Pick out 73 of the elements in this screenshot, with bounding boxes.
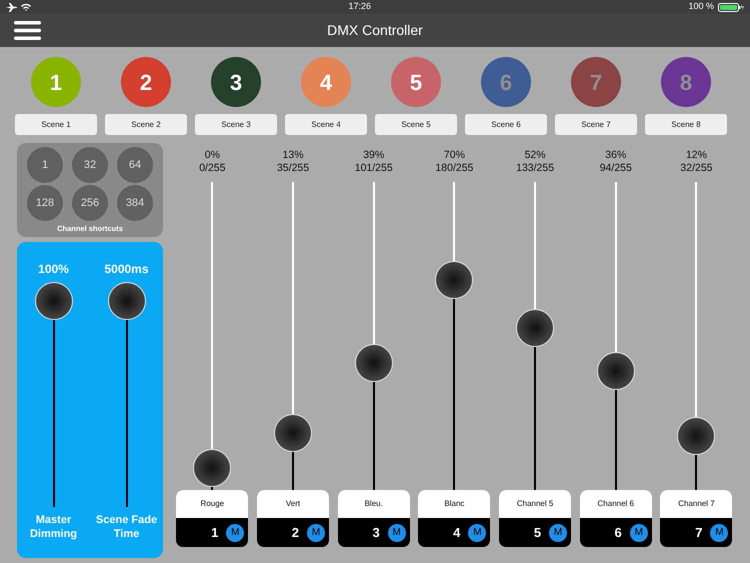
mute-button[interactable]: M <box>307 524 326 542</box>
channel-name: Bleu. <box>338 490 410 518</box>
scene-button[interactable]: Scene 6 <box>465 114 547 135</box>
slider-thumb[interactable] <box>34 282 72 320</box>
slider-thumb[interactable] <box>516 309 554 348</box>
slider-thumb[interactable] <box>108 282 146 320</box>
channel-value: 101/255 <box>354 162 393 175</box>
channel-percent: 52% <box>524 149 546 162</box>
wifi-icon <box>21 3 31 11</box>
airplane-icon <box>6 2 17 12</box>
scene-number-button[interactable]: 2 <box>121 57 171 107</box>
mute-button[interactable]: M <box>226 524 244 542</box>
channel-value: 94/255 <box>600 162 632 175</box>
slider-value: 5000ms <box>104 261 149 278</box>
scene-button[interactable]: Scene 7 <box>555 114 637 135</box>
slider-label: Master Dimming <box>28 513 78 542</box>
slider-thumb[interactable] <box>596 352 635 390</box>
slider-thumb[interactable] <box>677 416 716 455</box>
menu-icon <box>14 20 41 40</box>
slider-thumb[interactable] <box>274 414 312 452</box>
channel-name: Channel 6 <box>580 490 652 518</box>
battery-percent: 100 % <box>688 0 714 14</box>
mute-button[interactable]: M <box>388 524 406 542</box>
channel-value: 180/255 <box>435 162 474 175</box>
channel-value: 0/255 <box>199 162 226 175</box>
channel-percent: 39% <box>363 149 384 162</box>
channel-name: Channel 7 <box>660 490 732 518</box>
channel-shortcut-button[interactable]: 64 <box>117 147 153 183</box>
channel-number: 6 <box>614 524 622 542</box>
scene-number-button[interactable]: 5 <box>391 57 441 107</box>
mute-button[interactable]: M <box>549 524 568 542</box>
scene-button[interactable]: Scene 5 <box>375 114 457 135</box>
slider-thumb[interactable] <box>354 344 393 382</box>
channel-number: 7 <box>695 524 702 542</box>
channel-shortcut-button[interactable]: 128 <box>27 185 63 221</box>
channel-percent: 0% <box>204 149 220 162</box>
battery-icon <box>718 2 744 12</box>
channel-number: 2 <box>292 524 300 542</box>
channel-name: Vert <box>257 490 330 518</box>
slider-thumb[interactable] <box>435 260 474 299</box>
channel-number: 1 <box>211 524 218 542</box>
channel-percent: 12% <box>686 149 707 162</box>
channel-percent: 36% <box>605 149 626 162</box>
scene-button[interactable]: Scene 2 <box>105 114 187 135</box>
channel-value: 32/255 <box>680 162 713 175</box>
scene-button[interactable]: Scene 3 <box>195 114 277 135</box>
channel-name: Blanc <box>418 490 490 518</box>
mute-button[interactable]: M <box>630 524 648 542</box>
scene-button[interactable]: Scene 8 <box>645 114 727 135</box>
channel-shortcut-button[interactable]: 256 <box>72 185 108 221</box>
channel-number: 4 <box>453 524 460 542</box>
scene-button[interactable]: Scene 1 <box>15 114 97 135</box>
channel-percent: 13% <box>282 149 304 162</box>
status-time: 17:26 <box>348 0 371 14</box>
channel-number: 3 <box>372 524 380 542</box>
channel-shortcut-button[interactable]: 384 <box>117 185 153 221</box>
channel-value: 35/255 <box>276 162 310 175</box>
slider-thumb[interactable] <box>193 449 232 487</box>
channel-percent: 70% <box>444 149 465 162</box>
channel-name: Channel 5 <box>499 490 572 518</box>
channel-shortcut-button[interactable]: 1 <box>27 147 63 183</box>
menu-button[interactable] <box>14 18 41 42</box>
scene-number-button[interactable]: 3 <box>211 57 261 107</box>
window-title: DMX Controller <box>327 21 423 40</box>
channel-name: Rouge <box>176 490 248 518</box>
channel-shortcut-button[interactable]: 32 <box>72 147 108 183</box>
mute-button[interactable]: M <box>710 524 728 542</box>
slider-value: 100% <box>38 261 69 278</box>
mute-button[interactable]: M <box>468 524 486 542</box>
scene-button[interactable]: Scene 4 <box>285 114 367 135</box>
slider-label: Scene Fade Time <box>94 513 158 542</box>
channel-value: 133/255 <box>516 162 554 175</box>
channel-number: 5 <box>534 524 542 542</box>
